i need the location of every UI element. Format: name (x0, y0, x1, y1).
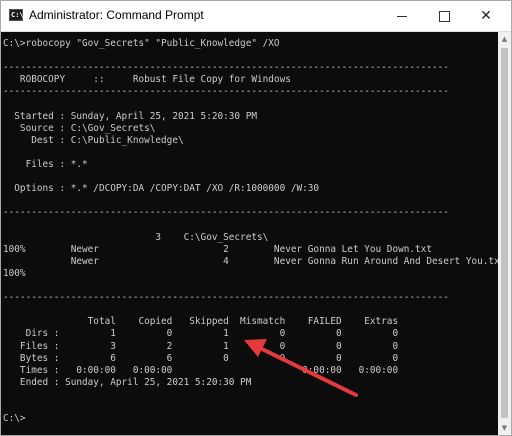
console-line: Newer 4 Never Gonna Run Around And Deser… (3, 255, 498, 267)
close-button[interactable]: ✕ (471, 1, 501, 31)
minimize-icon (397, 15, 407, 17)
console-line: ROBOCOPY :: Robust File Copy for Windows (3, 74, 291, 86)
console-line: ----------------------------------------… (3, 62, 449, 74)
console-line: Options : *.* /DCOPY:DA /COPY:DAT /XO /R… (3, 183, 320, 195)
scroll-thumb[interactable] (501, 48, 508, 418)
console-line: ----------------------------------------… (3, 292, 449, 304)
cmd-icon-label: C:\ (11, 11, 24, 19)
scroll-down-icon[interactable]: ▼ (500, 424, 509, 432)
console-line: ----------------------------------------… (3, 86, 449, 98)
console-line: Dest : C:\Public_Knowledge\ (3, 134, 184, 146)
console-line: Dirs : 1 0 1 0 0 0 (3, 328, 399, 340)
window-title: Administrator: Command Prompt (29, 8, 204, 22)
maximize-icon (438, 10, 450, 22)
close-icon: ✕ (480, 8, 492, 24)
console-line: Source : C:\Gov_Secrets\ (3, 122, 156, 134)
console-line: Started : Sunday, April 25, 2021 5:20:30… (3, 110, 257, 122)
maximize-button[interactable] (429, 1, 459, 31)
command-prompt-window: C:\ Administrator: Command Prompt ✕ C:\>… (0, 0, 512, 436)
console-line: ----------------------------------------… (3, 207, 449, 219)
scroll-up-icon[interactable]: ▲ (500, 35, 509, 43)
console-line: Bytes : 6 6 0 0 0 0 (3, 352, 399, 364)
cmd-app-icon: C:\ (9, 9, 24, 21)
minimize-button[interactable] (387, 1, 417, 31)
console-line: 3 C:\Gov_Secrets\ (3, 231, 269, 243)
console-line: Files : 3 2 1 0 0 0 (3, 340, 399, 352)
console-line: Ended : Sunday, April 25, 2021 5:20:30 P… (3, 376, 252, 388)
console-line: Files : *.* (3, 159, 88, 170)
console-line: 100% Newer 2 Never Gonna Let You Down.tx… (3, 243, 432, 255)
console-line: Times : 0:00:00 0:00:00 0:00:00 0:00:00 (3, 364, 399, 376)
vertical-scrollbar[interactable]: ▲ ▼ (498, 32, 511, 435)
console-line: C:\>robocopy "Gov_Secrets" "Public_Knowl… (3, 38, 280, 49)
console-output[interactable]: C:\>robocopy "Gov_Secrets" "Public_Knowl… (1, 32, 498, 435)
console-line: Total Copied Skipped Mismatch FAILED Ext… (3, 316, 399, 328)
console-line: 100% (3, 267, 26, 279)
title-bar[interactable]: C:\ Administrator: Command Prompt ✕ (1, 1, 511, 32)
console-line: C:\> (3, 413, 26, 425)
